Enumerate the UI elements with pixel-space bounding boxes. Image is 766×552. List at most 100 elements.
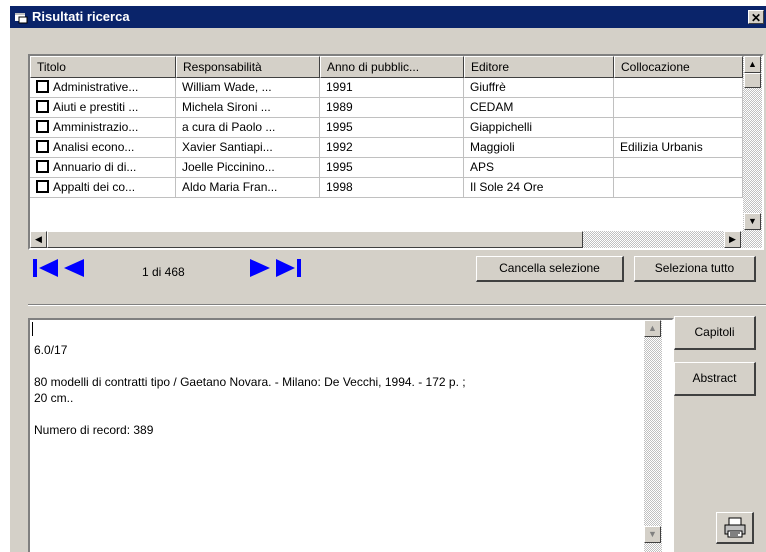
column-header-anno[interactable]: Anno di pubblic... (320, 56, 464, 78)
record-classification: 6.0/17 (34, 343, 68, 357)
cell-collocazione (614, 98, 743, 118)
cell-editore: Maggioli (464, 138, 614, 158)
abstract-button[interactable]: Abstract (674, 362, 756, 396)
column-header-collocazione[interactable]: Collocazione (614, 56, 743, 78)
cell-editore: Giappichelli (464, 118, 614, 138)
cell-editore: Il Sole 24 Ore (464, 178, 614, 198)
cell-editore: Giuffrè (464, 78, 614, 98)
close-icon: ✕ (750, 11, 762, 25)
previous-record-button[interactable] (62, 256, 86, 280)
cell-anno: 1995 (320, 118, 464, 138)
printer-icon (724, 517, 745, 538)
window-title: Risultati ricerca (32, 9, 130, 24)
grid-header: Titolo Responsabilità Anno di pubblic...… (30, 56, 743, 78)
row-checkbox[interactable] (36, 80, 49, 93)
cell-titolo-text: Analisi econo... (53, 140, 135, 154)
row-checkbox[interactable] (36, 160, 49, 173)
window-icon (15, 13, 28, 24)
detail-scroll-down-button[interactable]: ▼ (644, 526, 661, 543)
scroll-left-button[interactable]: ◀ (30, 231, 47, 248)
cell-titolo-text: Annuario di di... (53, 160, 137, 174)
cell-anno: 1998 (320, 178, 464, 198)
cell-anno: 1995 (320, 158, 464, 178)
cell-titolo-text: Amministrazio... (53, 120, 139, 134)
cell-responsabilita: a cura di Paolo ... (176, 118, 320, 138)
grid-body: Titolo Responsabilità Anno di pubblic...… (30, 56, 743, 233)
next-record-icon (250, 259, 270, 277)
cell-responsabilita: Joelle Piccinino... (176, 158, 320, 178)
cell-editore: APS (464, 158, 614, 178)
scroll-up-button[interactable]: ▲ (744, 56, 761, 73)
cell-titolo: Amministrazio... (30, 118, 176, 138)
table-row[interactable]: Administrative... William Wade, ... 1991… (30, 78, 743, 98)
table-row[interactable]: Annuario di di... Joelle Piccinino... 19… (30, 158, 743, 178)
cell-titolo: Appalti dei co... (30, 178, 176, 198)
clear-selection-button[interactable]: Cancella selezione (476, 256, 624, 282)
text-caret (32, 322, 33, 336)
row-checkbox[interactable] (36, 180, 49, 193)
column-header-titolo[interactable]: Titolo (30, 56, 176, 78)
cell-collocazione (614, 158, 743, 178)
cell-titolo: Administrative... (30, 78, 176, 98)
print-button[interactable] (716, 512, 754, 544)
cell-anno: 1989 (320, 98, 464, 118)
table-row[interactable]: Appalti dei co... Aldo Maria Fran... 199… (30, 178, 743, 198)
scroll-down-button[interactable]: ▼ (744, 213, 761, 230)
cell-titolo-text: Administrative... (53, 80, 139, 94)
cell-editore: CEDAM (464, 98, 614, 118)
row-checkbox[interactable] (36, 120, 49, 133)
arrow-right-icon: ▶ (729, 234, 736, 244)
last-record-button[interactable] (274, 256, 302, 280)
cell-responsabilita: Aldo Maria Fran... (176, 178, 320, 198)
horizontal-scroll-thumb[interactable] (47, 231, 583, 248)
results-window: Risultati ricerca ✕ Titolo Responsabilit… (10, 6, 766, 552)
cell-titolo: Annuario di di... (30, 158, 176, 178)
cell-titolo: Analisi econo... (30, 138, 176, 158)
cell-responsabilita: William Wade, ... (176, 78, 320, 98)
select-all-button[interactable]: Seleziona tutto (634, 256, 756, 282)
table-row[interactable]: Amministrazio... a cura di Paolo ... 199… (30, 118, 743, 138)
results-grid[interactable]: Titolo Responsabilità Anno di pubblic...… (28, 54, 764, 250)
last-record-icon (276, 259, 301, 277)
record-number: Numero di record: 389 (34, 423, 154, 437)
record-description: 80 modelli di contratti tipo / Gaetano N… (34, 375, 466, 389)
cell-titolo: Aiuti e prestiti ... (30, 98, 176, 118)
record-counter: 1 di 468 (142, 265, 185, 279)
separator (28, 304, 766, 306)
record-detail-textarea[interactable]: 6.0/17 80 modelli di contratti tipo / Ga… (28, 318, 674, 552)
previous-record-icon (64, 259, 84, 277)
scroll-thumb[interactable] (744, 73, 761, 88)
close-button[interactable]: ✕ (748, 10, 764, 25)
cell-anno: 1992 (320, 138, 464, 158)
record-detail-text: 6.0/17 80 modelli di contratti tipo / Ga… (34, 342, 634, 438)
chapters-button[interactable]: Capitoli (674, 316, 756, 350)
detail-scroll-up-button[interactable]: ▲ (644, 320, 661, 337)
cell-collocazione (614, 118, 743, 138)
arrow-down-icon: ▼ (748, 216, 757, 226)
table-row[interactable]: Aiuti e prestiti ... Michela Sironi ... … (30, 98, 743, 118)
arrow-up-icon: ▲ (648, 323, 657, 333)
arrow-left-icon: ◀ (35, 234, 42, 244)
cell-titolo-text: Aiuti e prestiti ... (53, 100, 139, 114)
first-record-icon (33, 259, 58, 277)
arrow-up-icon: ▲ (748, 59, 757, 69)
table-row[interactable]: Analisi econo... Xavier Santiapi... 1992… (30, 138, 743, 158)
title-bar: Risultati ricerca ✕ (10, 6, 766, 28)
first-record-button[interactable] (32, 256, 60, 280)
arrow-down-icon: ▼ (648, 529, 657, 539)
row-checkbox[interactable] (36, 100, 49, 113)
row-checkbox[interactable] (36, 140, 49, 153)
grid-horizontal-scrollbar[interactable]: ◀ ▶ (30, 231, 762, 248)
detail-vertical-scrollbar[interactable]: ▲ ▼ (644, 320, 662, 552)
column-header-editore[interactable]: Editore (464, 56, 614, 78)
cell-collocazione (614, 78, 743, 98)
cell-collocazione (614, 178, 743, 198)
cell-responsabilita: Xavier Santiapi... (176, 138, 320, 158)
cell-responsabilita: Michela Sironi ... (176, 98, 320, 118)
scroll-right-button[interactable]: ▶ (724, 231, 741, 248)
cell-titolo-text: Appalti dei co... (53, 180, 136, 194)
cell-anno: 1991 (320, 78, 464, 98)
next-record-button[interactable] (248, 256, 272, 280)
column-header-responsabilita[interactable]: Responsabilità (176, 56, 320, 78)
grid-vertical-scrollbar[interactable]: ▲ ▼ (743, 56, 762, 231)
